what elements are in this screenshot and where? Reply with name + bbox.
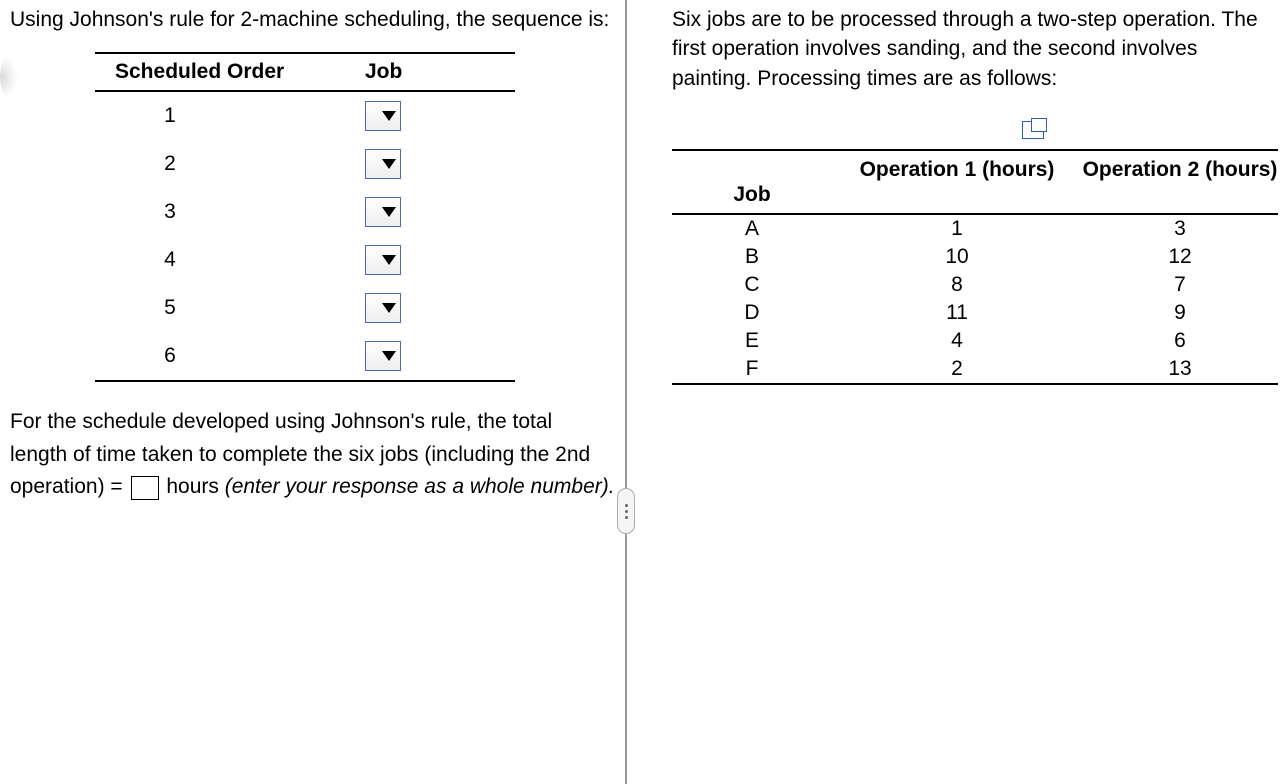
- cell-job: C: [672, 271, 832, 299]
- header-operation-2: Operation 2 (hours): [1082, 151, 1278, 213]
- cell-op2: 12: [1082, 243, 1278, 271]
- cell-op1: 4: [832, 327, 1082, 355]
- pane-divider[interactable]: [625, 0, 627, 784]
- cell-op1: 8: [832, 271, 1082, 299]
- post-text-hours: hours: [161, 475, 225, 498]
- cell-op2: 3: [1082, 215, 1278, 243]
- cell-job: F: [672, 355, 832, 383]
- schedule-row: 2: [95, 140, 515, 188]
- question-post-text: For the schedule developed using Johnson…: [10, 406, 615, 504]
- chevron-down-icon: [382, 351, 396, 361]
- table-row: B 10 12: [672, 243, 1278, 271]
- order-number: 6: [95, 344, 365, 368]
- schedule-row: 4: [95, 236, 515, 284]
- schedule-table: Scheduled Order Job 1 2 3 4 5: [95, 52, 515, 382]
- schedule-row: 5: [95, 284, 515, 332]
- job-dropdown-4[interactable]: [365, 245, 401, 275]
- chevron-down-icon: [382, 255, 396, 265]
- header-job: Job: [365, 54, 515, 90]
- header-job: Job: [672, 151, 832, 213]
- left-pane: Using Johnson's rule for 2-machine sched…: [0, 0, 625, 784]
- chevron-down-icon: [382, 303, 396, 313]
- schedule-row: 6: [95, 332, 515, 380]
- right-pane: Six jobs are to be processed through a t…: [627, 0, 1288, 784]
- cell-op1: 1: [832, 215, 1082, 243]
- processing-times-table: Job Operation 1 (hours) Operation 2 (hou…: [672, 121, 1278, 385]
- schedule-row: 1: [95, 92, 515, 140]
- job-dropdown-2[interactable]: [365, 149, 401, 179]
- cell-job: E: [672, 327, 832, 355]
- cell-op1: 10: [832, 243, 1082, 271]
- cell-job: B: [672, 243, 832, 271]
- chevron-down-icon: [382, 111, 396, 121]
- header-operation-1: Operation 1 (hours): [832, 151, 1082, 213]
- order-number: 3: [95, 200, 365, 224]
- cell-op2: 7: [1082, 271, 1278, 299]
- order-number: 4: [95, 248, 365, 272]
- divider-handle[interactable]: [617, 488, 635, 534]
- table-row: E 4 6: [672, 327, 1278, 355]
- table-row: A 1 3: [672, 215, 1278, 243]
- table-row: D 11 9: [672, 299, 1278, 327]
- header-scheduled-order: Scheduled Order: [95, 54, 365, 90]
- cell-op2: 13: [1082, 355, 1278, 383]
- job-dropdown-3[interactable]: [365, 197, 401, 227]
- job-dropdown-1[interactable]: [365, 101, 401, 131]
- job-dropdown-5[interactable]: [365, 293, 401, 323]
- cell-job: A: [672, 215, 832, 243]
- total-time-input[interactable]: [131, 476, 159, 500]
- question-intro-left: Using Johnson's rule for 2-machine sched…: [10, 5, 615, 34]
- problem-intro-right: Six jobs are to be processed through a t…: [672, 5, 1278, 93]
- cell-op2: 6: [1082, 327, 1278, 355]
- cell-job: D: [672, 299, 832, 327]
- cell-op2: 9: [1082, 299, 1278, 327]
- order-number: 1: [95, 104, 365, 128]
- chevron-down-icon: [382, 207, 396, 217]
- order-number: 5: [95, 296, 365, 320]
- data-table-header: Job Operation 1 (hours) Operation 2 (hou…: [672, 149, 1278, 215]
- table-row: F 2 13: [672, 355, 1278, 383]
- schedule-table-header: Scheduled Order Job: [95, 52, 515, 92]
- post-text-italic: (enter your response as a whole number).: [225, 475, 615, 498]
- job-dropdown-6[interactable]: [365, 341, 401, 371]
- popout-icon[interactable]: [1022, 121, 1044, 139]
- chevron-down-icon: [382, 159, 396, 169]
- cell-op1: 11: [832, 299, 1082, 327]
- page-shadow: [0, 55, 18, 99]
- order-number: 2: [95, 152, 365, 176]
- table-row: C 8 7: [672, 271, 1278, 299]
- schedule-row: 3: [95, 188, 515, 236]
- cell-op1: 2: [832, 355, 1082, 383]
